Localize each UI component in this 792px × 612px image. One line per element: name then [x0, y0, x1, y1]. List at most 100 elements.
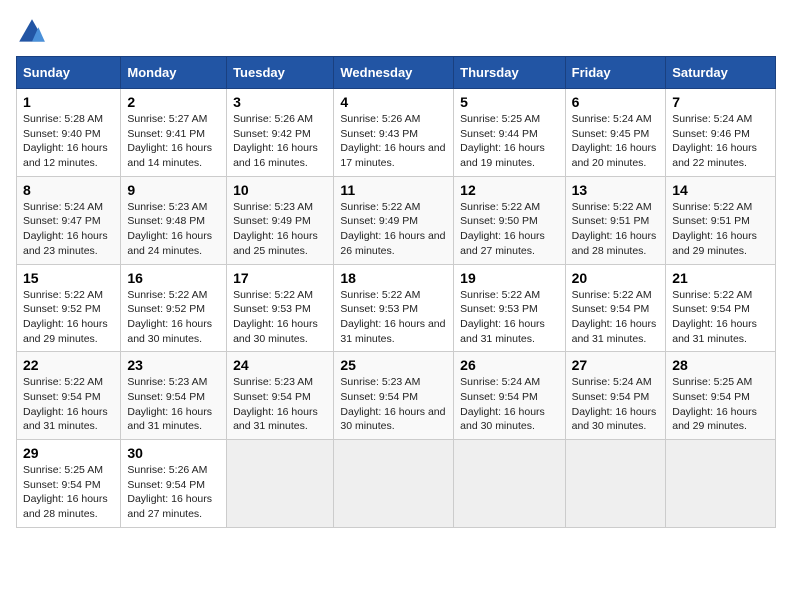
calendar-cell: 28Sunrise: 5:25 AMSunset: 9:54 PMDayligh… — [666, 352, 776, 440]
calendar-cell: 26 Sunrise: 5:24 AMSunset: 9:54 PMDayligh… — [454, 352, 565, 440]
calendar-cell — [227, 440, 334, 528]
day-number: 10 — [233, 182, 327, 198]
day-info: Sunrise: 5:23 AMSunset: 9:49 PMDaylight:… — [233, 200, 327, 259]
calendar-cell: 11 Sunrise: 5:22 AMSunset: 9:49 PMDayligh… — [334, 176, 454, 264]
calendar-cell: 3Sunrise: 5:26 AMSunset: 9:42 PMDaylight… — [227, 89, 334, 177]
calendar-cell: 10 Sunrise: 5:23 AMSunset: 9:49 PMDayligh… — [227, 176, 334, 264]
day-number: 16 — [127, 270, 220, 286]
calendar-cell: 19 Sunrise: 5:22 AMSunset: 9:53 PMDayligh… — [454, 264, 565, 352]
day-number: 20 — [572, 270, 660, 286]
day-info: Sunrise: 5:24 AMSunset: 9:54 PMDaylight:… — [572, 375, 660, 434]
day-number: 14 — [672, 182, 769, 198]
header-thursday: Thursday — [454, 57, 565, 89]
day-info: Sunrise: 5:22 AMSunset: 9:52 PMDaylight:… — [127, 288, 220, 347]
calendar-cell: 9 Sunrise: 5:23 AMSunset: 9:48 PMDaylight… — [121, 176, 227, 264]
calendar-cell — [454, 440, 565, 528]
day-number: 26 — [460, 357, 558, 373]
day-number: 7 — [672, 94, 769, 110]
logo-icon — [16, 16, 48, 48]
header-sunday: Sunday — [17, 57, 121, 89]
week-row-2: 8 Sunrise: 5:24 AMSunset: 9:47 PMDaylight… — [17, 176, 776, 264]
calendar-cell: 20 Sunrise: 5:22 AMSunset: 9:54 PMDayligh… — [565, 264, 666, 352]
calendar-table: SundayMondayTuesdayWednesdayThursdayFrid… — [16, 56, 776, 528]
day-number: 17 — [233, 270, 327, 286]
calendar-cell: 30 Sunrise: 5:26 AMSunset: 9:54 PMDayligh… — [121, 440, 227, 528]
calendar-cell: 22Sunrise: 5:22 AMSunset: 9:54 PMDayligh… — [17, 352, 121, 440]
day-number: 27 — [572, 357, 660, 373]
day-info: Sunrise: 5:22 AMSunset: 9:52 PMDaylight:… — [23, 288, 114, 347]
header-tuesday: Tuesday — [227, 57, 334, 89]
day-info: Sunrise: 5:22 AMSunset: 9:54 PMDaylight:… — [572, 288, 660, 347]
calendar-cell: 18 Sunrise: 5:22 AMSunset: 9:53 PMDayligh… — [334, 264, 454, 352]
day-number: 5 — [460, 94, 558, 110]
week-row-3: 15 Sunrise: 5:22 AMSunset: 9:52 PMDayligh… — [17, 264, 776, 352]
day-number: 8 — [23, 182, 114, 198]
day-info: Sunrise: 5:22 AMSunset: 9:53 PMDaylight:… — [460, 288, 558, 347]
day-number: 2 — [127, 94, 220, 110]
week-row-5: 29Sunrise: 5:25 AMSunset: 9:54 PMDayligh… — [17, 440, 776, 528]
day-info: Sunrise: 5:26 AMSunset: 9:54 PMDaylight:… — [127, 463, 220, 522]
calendar-cell: 17 Sunrise: 5:22 AMSunset: 9:53 PMDayligh… — [227, 264, 334, 352]
day-info: Sunrise: 5:22 AMSunset: 9:54 PMDaylight:… — [672, 288, 769, 347]
calendar-cell: 23 Sunrise: 5:23 AMSunset: 9:54 PMDayligh… — [121, 352, 227, 440]
day-info: Sunrise: 5:22 AMSunset: 9:53 PMDaylight:… — [340, 288, 447, 347]
day-number: 9 — [127, 182, 220, 198]
calendar-cell: 6Sunrise: 5:24 AMSunset: 9:45 PMDaylight… — [565, 89, 666, 177]
day-info: Sunrise: 5:23 AMSunset: 9:54 PMDaylight:… — [233, 375, 327, 434]
day-number: 15 — [23, 270, 114, 286]
day-info: Sunrise: 5:24 AMSunset: 9:47 PMDaylight:… — [23, 200, 114, 259]
calendar-cell: 12 Sunrise: 5:22 AMSunset: 9:50 PMDayligh… — [454, 176, 565, 264]
day-info: Sunrise: 5:22 AMSunset: 9:49 PMDaylight:… — [340, 200, 447, 259]
calendar-cell: 24 Sunrise: 5:23 AMSunset: 9:54 PMDayligh… — [227, 352, 334, 440]
day-number: 30 — [127, 445, 220, 461]
calendar-cell: 4 Sunrise: 5:26 AMSunset: 9:43 PMDaylight… — [334, 89, 454, 177]
calendar-cell: 15 Sunrise: 5:22 AMSunset: 9:52 PMDayligh… — [17, 264, 121, 352]
calendar-cell: 2Sunrise: 5:27 AMSunset: 9:41 PMDaylight… — [121, 89, 227, 177]
day-info: Sunrise: 5:22 AMSunset: 9:51 PMDaylight:… — [672, 200, 769, 259]
day-number: 1 — [23, 94, 114, 110]
day-number: 19 — [460, 270, 558, 286]
day-number: 23 — [127, 357, 220, 373]
day-number: 29 — [23, 445, 114, 461]
day-info: Sunrise: 5:25 AMSunset: 9:44 PMDaylight:… — [460, 112, 558, 171]
calendar-cell: 7 Sunrise: 5:24 AMSunset: 9:46 PMDaylight… — [666, 89, 776, 177]
day-number: 3 — [233, 94, 327, 110]
day-number: 18 — [340, 270, 447, 286]
calendar-cell: 5 Sunrise: 5:25 AMSunset: 9:44 PMDaylight… — [454, 89, 565, 177]
day-number: 25 — [340, 357, 447, 373]
day-number: 21 — [672, 270, 769, 286]
calendar-cell: 13Sunrise: 5:22 AMSunset: 9:51 PMDayligh… — [565, 176, 666, 264]
calendar-cell: 14 Sunrise: 5:22 AMSunset: 9:51 PMDayligh… — [666, 176, 776, 264]
day-info: Sunrise: 5:22 AMSunset: 9:50 PMDaylight:… — [460, 200, 558, 259]
calendar-cell: 1 Sunrise: 5:28 AMSunset: 9:40 PMDaylight… — [17, 89, 121, 177]
day-info: Sunrise: 5:23 AMSunset: 9:48 PMDaylight:… — [127, 200, 220, 259]
day-info: Sunrise: 5:24 AMSunset: 9:45 PMDaylight:… — [572, 112, 660, 171]
calendar-cell — [666, 440, 776, 528]
header-monday: Monday — [121, 57, 227, 89]
day-info: Sunrise: 5:28 AMSunset: 9:40 PMDaylight:… — [23, 112, 114, 171]
day-info: Sunrise: 5:22 AMSunset: 9:53 PMDaylight:… — [233, 288, 327, 347]
week-row-1: 1 Sunrise: 5:28 AMSunset: 9:40 PMDaylight… — [17, 89, 776, 177]
day-number: 28 — [672, 357, 769, 373]
day-info: Sunrise: 5:24 AMSunset: 9:54 PMDaylight:… — [460, 375, 558, 434]
day-number: 4 — [340, 94, 447, 110]
header-saturday: Saturday — [666, 57, 776, 89]
header-wednesday: Wednesday — [334, 57, 454, 89]
day-info: Sunrise: 5:24 AMSunset: 9:46 PMDaylight:… — [672, 112, 769, 171]
calendar-cell: 27 Sunrise: 5:24 AMSunset: 9:54 PMDayligh… — [565, 352, 666, 440]
calendar-cell — [565, 440, 666, 528]
day-number: 24 — [233, 357, 327, 373]
week-row-4: 22Sunrise: 5:22 AMSunset: 9:54 PMDayligh… — [17, 352, 776, 440]
day-info: Sunrise: 5:26 AMSunset: 9:43 PMDaylight:… — [340, 112, 447, 171]
logo — [16, 16, 52, 48]
day-info: Sunrise: 5:22 AMSunset: 9:54 PMDaylight:… — [23, 375, 114, 434]
page-header — [16, 16, 776, 48]
calendar-cell: 29Sunrise: 5:25 AMSunset: 9:54 PMDayligh… — [17, 440, 121, 528]
day-info: Sunrise: 5:22 AMSunset: 9:51 PMDaylight:… — [572, 200, 660, 259]
day-info: Sunrise: 5:23 AMSunset: 9:54 PMDaylight:… — [340, 375, 447, 434]
calendar-cell: 21 Sunrise: 5:22 AMSunset: 9:54 PMDayligh… — [666, 264, 776, 352]
day-number: 12 — [460, 182, 558, 198]
calendar-cell: 25 Sunrise: 5:23 AMSunset: 9:54 PMDayligh… — [334, 352, 454, 440]
day-info: Sunrise: 5:23 AMSunset: 9:54 PMDaylight:… — [127, 375, 220, 434]
day-number: 11 — [340, 182, 447, 198]
